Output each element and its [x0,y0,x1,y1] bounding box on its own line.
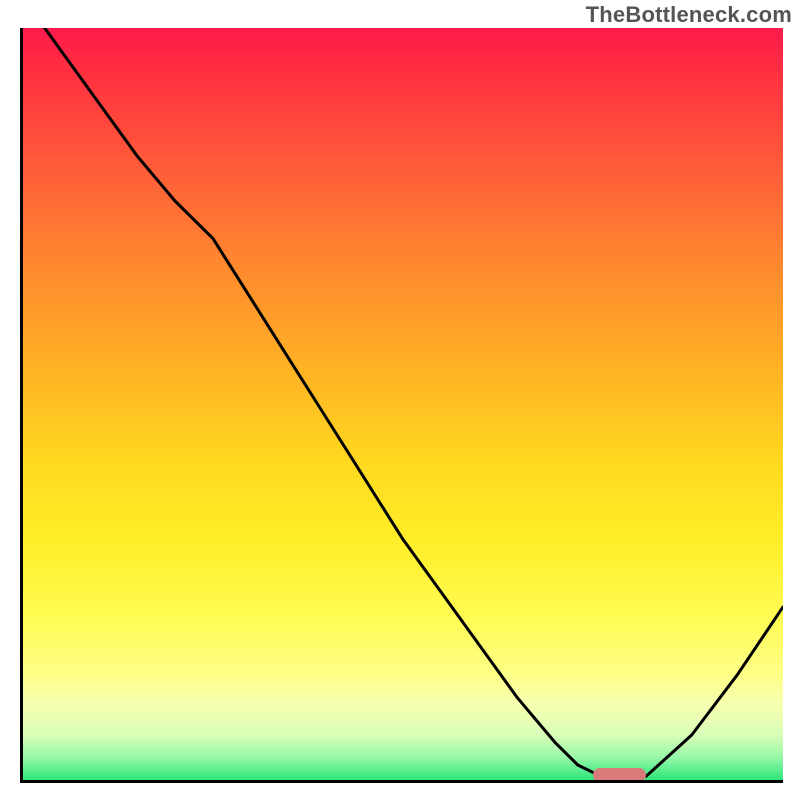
plot-area [20,28,783,783]
chart-container: TheBottleneck.com [0,0,800,800]
bottleneck-curve [23,28,783,778]
optimal-range-marker [593,768,646,782]
curve-svg [23,28,783,780]
watermark-text: TheBottleneck.com [586,2,792,28]
